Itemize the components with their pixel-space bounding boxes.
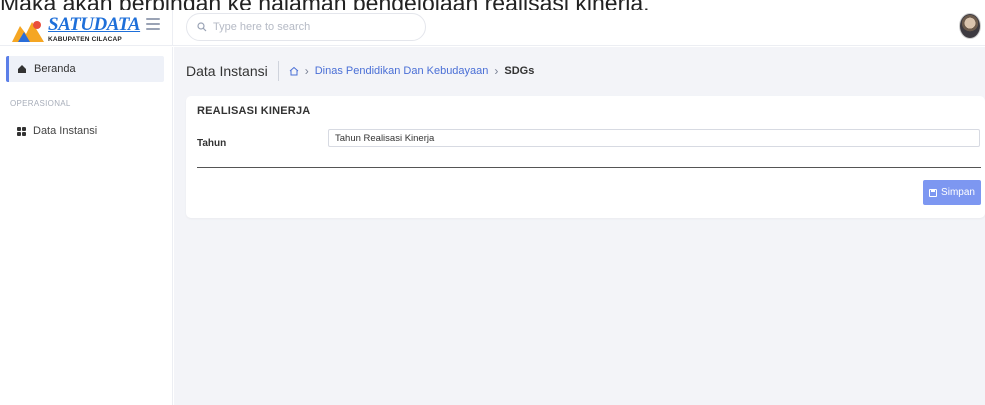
year-input[interactable]	[328, 129, 980, 147]
year-label: Tahun	[197, 138, 227, 149]
breadcrumb: Data Instansi › Dinas Pendidikan Dan Keb…	[186, 61, 534, 81]
logo-title: SATUDATA	[48, 14, 141, 35]
sidebar-item-data-instansi[interactable]: Data Instansi	[17, 125, 97, 137]
save-icon	[929, 188, 938, 197]
card-title: REALISASI KINERJA	[197, 105, 311, 117]
top-bar: SATUDATA KABUPATEN CILACAP	[0, 10, 985, 46]
main-content: Data Instansi › Dinas Pendidikan Dan Keb…	[174, 47, 985, 405]
page-title: Data Instansi	[186, 63, 268, 79]
chevron-right-icon: ›	[494, 64, 499, 78]
avatar[interactable]	[959, 13, 981, 39]
realisasi-kinerja-card: REALISASI KINERJA Tahun Simpan	[186, 96, 985, 218]
chevron-right-icon: ›	[304, 64, 309, 78]
search-input[interactable]	[213, 21, 413, 33]
sidebar-section-heading: OPERASIONAL	[10, 99, 71, 108]
save-button[interactable]: Simpan	[923, 180, 981, 205]
sidebar: Beranda OPERASIONAL Data Instansi	[0, 47, 173, 405]
form-divider	[197, 167, 981, 168]
home-icon[interactable]	[289, 66, 299, 76]
breadcrumb-current: SDGs	[504, 65, 535, 77]
hamburger-icon[interactable]	[146, 18, 160, 30]
header-divider	[172, 10, 173, 46]
logo-emblem-icon	[12, 21, 44, 42]
grid-icon	[17, 126, 26, 136]
sidebar-item-beranda[interactable]: Beranda	[6, 56, 164, 82]
home-icon	[18, 65, 26, 73]
sidebar-item-label: Data Instansi	[33, 125, 98, 137]
search-box[interactable]	[186, 13, 426, 41]
logo[interactable]: SATUDATA KABUPATEN CILACAP	[10, 14, 141, 48]
breadcrumb-link[interactable]: Dinas Pendidikan Dan Kebudayaan	[315, 65, 489, 77]
logo-subtitle: KABUPATEN CILACAP	[48, 36, 122, 43]
search-icon	[197, 22, 207, 32]
breadcrumb-divider	[277, 61, 279, 81]
sidebar-item-label: Beranda	[34, 63, 76, 75]
save-button-label: Simpan	[941, 187, 975, 198]
